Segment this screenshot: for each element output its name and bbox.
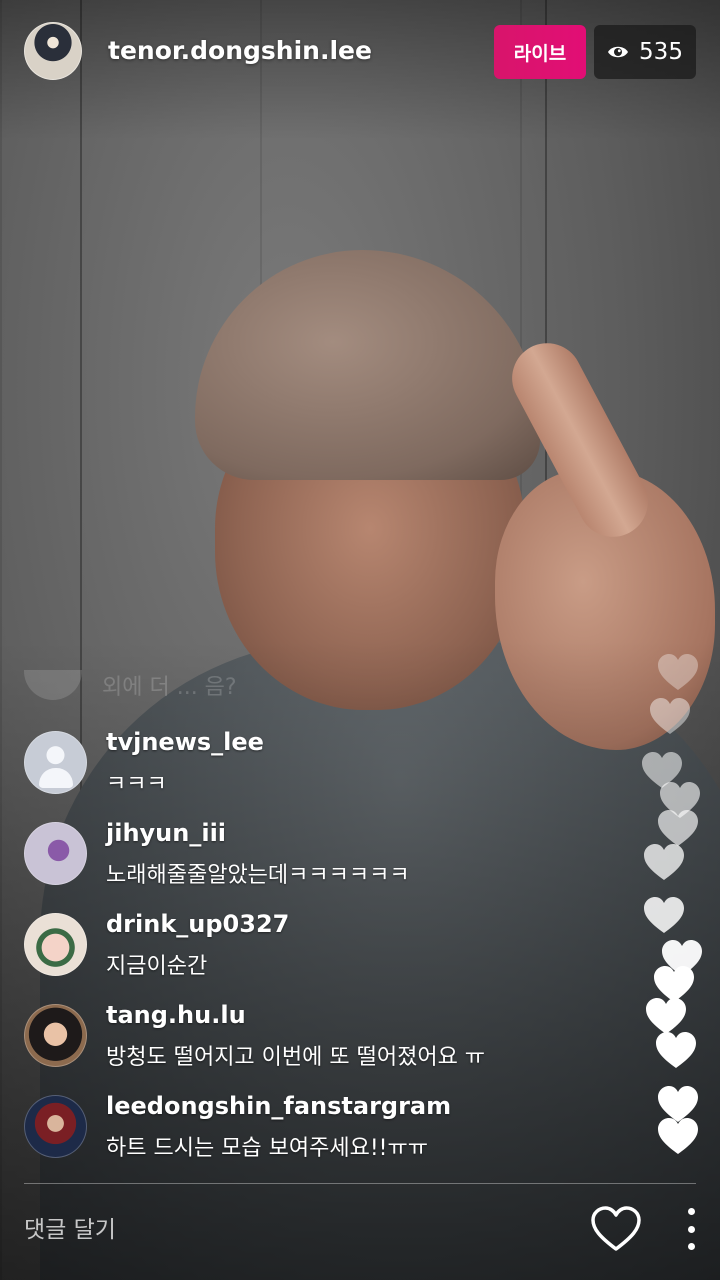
floating-heart-icon	[642, 842, 686, 882]
girl-avatar[interactable]	[24, 1004, 87, 1067]
host-username[interactable]: tenor.dongshin.lee	[108, 36, 372, 65]
comment-item: jihyun_iii 노래해줄줄알았는데ㅋㅋㅋㅋㅋㅋ	[24, 819, 624, 910]
stage-avatar[interactable]	[24, 1095, 87, 1158]
drink-avatar[interactable]	[24, 913, 87, 976]
floating-heart-icon	[648, 696, 692, 736]
comment-input[interactable]	[24, 1210, 544, 1250]
dot	[687, 1208, 695, 1215]
comment-text: 하트 드시는 모습 보여주세요!!ㅠㅠ	[106, 1136, 428, 1161]
floating-heart-icon	[656, 1116, 700, 1156]
viewer-count-badge[interactable]: 535	[594, 25, 696, 79]
video-cap	[195, 250, 540, 480]
host-avatar[interactable]	[24, 22, 82, 80]
more-dots-icon[interactable]	[680, 1208, 702, 1250]
comment-username[interactable]: drink_up0327	[106, 910, 289, 938]
live-header: tenor.dongshin.lee 라이브 535	[0, 0, 720, 105]
heart-icon[interactable]	[590, 1205, 642, 1253]
floating-heart-icon	[654, 1030, 698, 1070]
comment-username[interactable]: jihyun_iii	[106, 819, 226, 847]
eye-icon	[607, 44, 629, 60]
comment-item: drink_up0327 지금이순간	[24, 910, 624, 1001]
floating-heart-icon	[656, 652, 700, 692]
live-badge: 라이브	[494, 25, 586, 79]
floating-hearts	[630, 640, 720, 1160]
comment-item: tang.hu.lu 방청도 떨어지고 이번에 또 떨어졌어요 ㅠ	[24, 1001, 624, 1092]
comment-username[interactable]: leedongshin_fanstargram	[106, 1092, 451, 1120]
dot	[687, 1225, 695, 1233]
bottom-divider	[24, 1183, 696, 1184]
dot	[687, 1243, 695, 1250]
comment-list: tvjnews_lee ㅋㅋㅋ jihyun_iii 노래해줄줄알았는데ㅋㅋㅋㅋ…	[24, 728, 624, 1183]
flower-avatar[interactable]	[24, 822, 87, 885]
floating-heart-icon	[642, 895, 686, 935]
comment-text: 지금이순간	[106, 954, 208, 979]
viewer-count: 535	[639, 39, 683, 65]
faded-comment: 외에 더 ... 음?	[24, 665, 237, 705]
faded-comment-text: 외에 더 ... 음?	[102, 675, 237, 700]
comment-item: tvjnews_lee ㅋㅋㅋ	[24, 728, 624, 819]
default-avatar[interactable]	[24, 731, 87, 794]
comment-text: 노래해줄줄알았는데ㅋㅋㅋㅋㅋㅋ	[106, 863, 410, 888]
comment-username[interactable]: tang.hu.lu	[106, 1001, 246, 1029]
comment-text: 방청도 떨어지고 이번에 또 떨어졌어요 ㅠ	[106, 1045, 486, 1070]
live-badge-label: 라이브	[513, 42, 567, 65]
comment-username[interactable]: tvjnews_lee	[106, 728, 264, 756]
comment-item: leedongshin_fanstargram 하트 드시는 모습 보여주세요!…	[24, 1092, 624, 1183]
comment-text: ㅋㅋㅋ	[106, 772, 167, 797]
faded-comment-avatar	[24, 670, 82, 700]
